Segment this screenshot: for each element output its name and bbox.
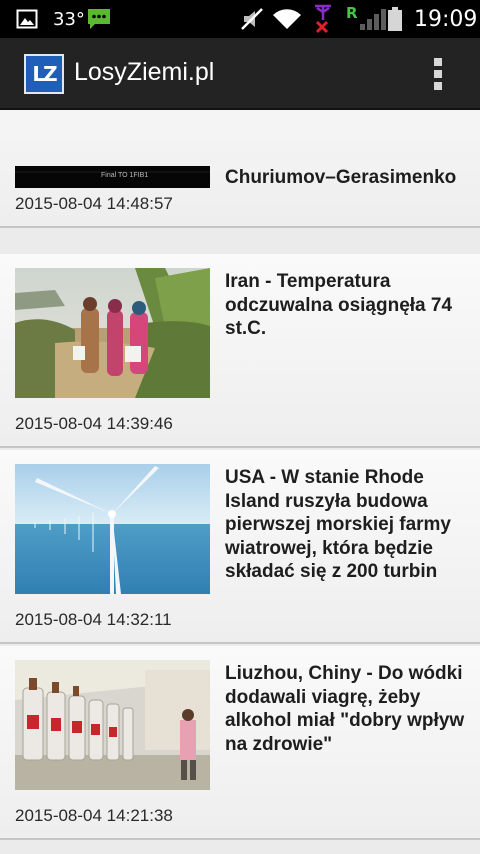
no-sim-icon — [311, 0, 335, 38]
wifi-icon — [272, 0, 302, 38]
news-item[interactable]: Iran - Temperatura odczuwalna osiągnęła … — [0, 254, 480, 448]
mute-icon — [240, 0, 264, 38]
battery-icon — [387, 0, 403, 38]
app-title: LosyZiemi.pl — [74, 58, 215, 86]
news-title: Churiumov–Gerasimenko — [225, 167, 457, 188]
app-logo[interactable]: LZ — [24, 54, 64, 94]
women-carrying-water-photo — [15, 268, 210, 398]
image-notification-icon — [16, 0, 38, 38]
news-title: Liuzhou, Chiny - Do wódki dodawali viagr… — [225, 663, 465, 755]
news-item[interactable]: USA - W stanie Rhode Island ruszyła budo… — [0, 450, 480, 644]
news-item[interactable]: Final TO 1FIB1 Churiumov–Gerasimenko 201… — [0, 110, 480, 228]
roaming-label: R — [346, 4, 358, 22]
news-title: USA - W stanie Rhode Island ruszyła budo… — [225, 467, 451, 582]
news-date: 2015-08-04 14:39:46 — [15, 414, 173, 433]
news-date: 2015-08-04 14:48:57 — [15, 194, 173, 213]
news-title: Iran - Temperatura odczuwalna osiągnęła … — [225, 271, 453, 339]
app-bar: LZ LosyZiemi.pl — [0, 38, 480, 110]
status-bar: 33° R 19:09 — [0, 0, 480, 38]
clock: 19:09 — [414, 6, 478, 32]
thumb-caption: Final TO 1FIB1 — [101, 172, 149, 179]
comet-thumbnail: Final TO 1FIB1 — [15, 166, 210, 188]
news-item[interactable]: Liuzhou, Chiny - Do wódki dodawali viagr… — [0, 646, 480, 840]
temperature-readout: 33° — [53, 8, 85, 30]
offshore-wind-farm-photo — [15, 464, 210, 594]
news-date: 2015-08-04 14:32:11 — [15, 610, 172, 629]
news-date: 2015-08-04 14:21:38 — [15, 806, 173, 825]
roaming-signal-icon: R — [346, 0, 392, 38]
chat-notification-icon — [86, 0, 112, 38]
logo-text: LZ — [32, 62, 57, 86]
news-list[interactable]: Final TO 1FIB1 Churiumov–Gerasimenko 201… — [0, 110, 480, 854]
vodka-shelves-photo — [15, 660, 210, 790]
overflow-menu-icon[interactable] — [424, 56, 452, 92]
